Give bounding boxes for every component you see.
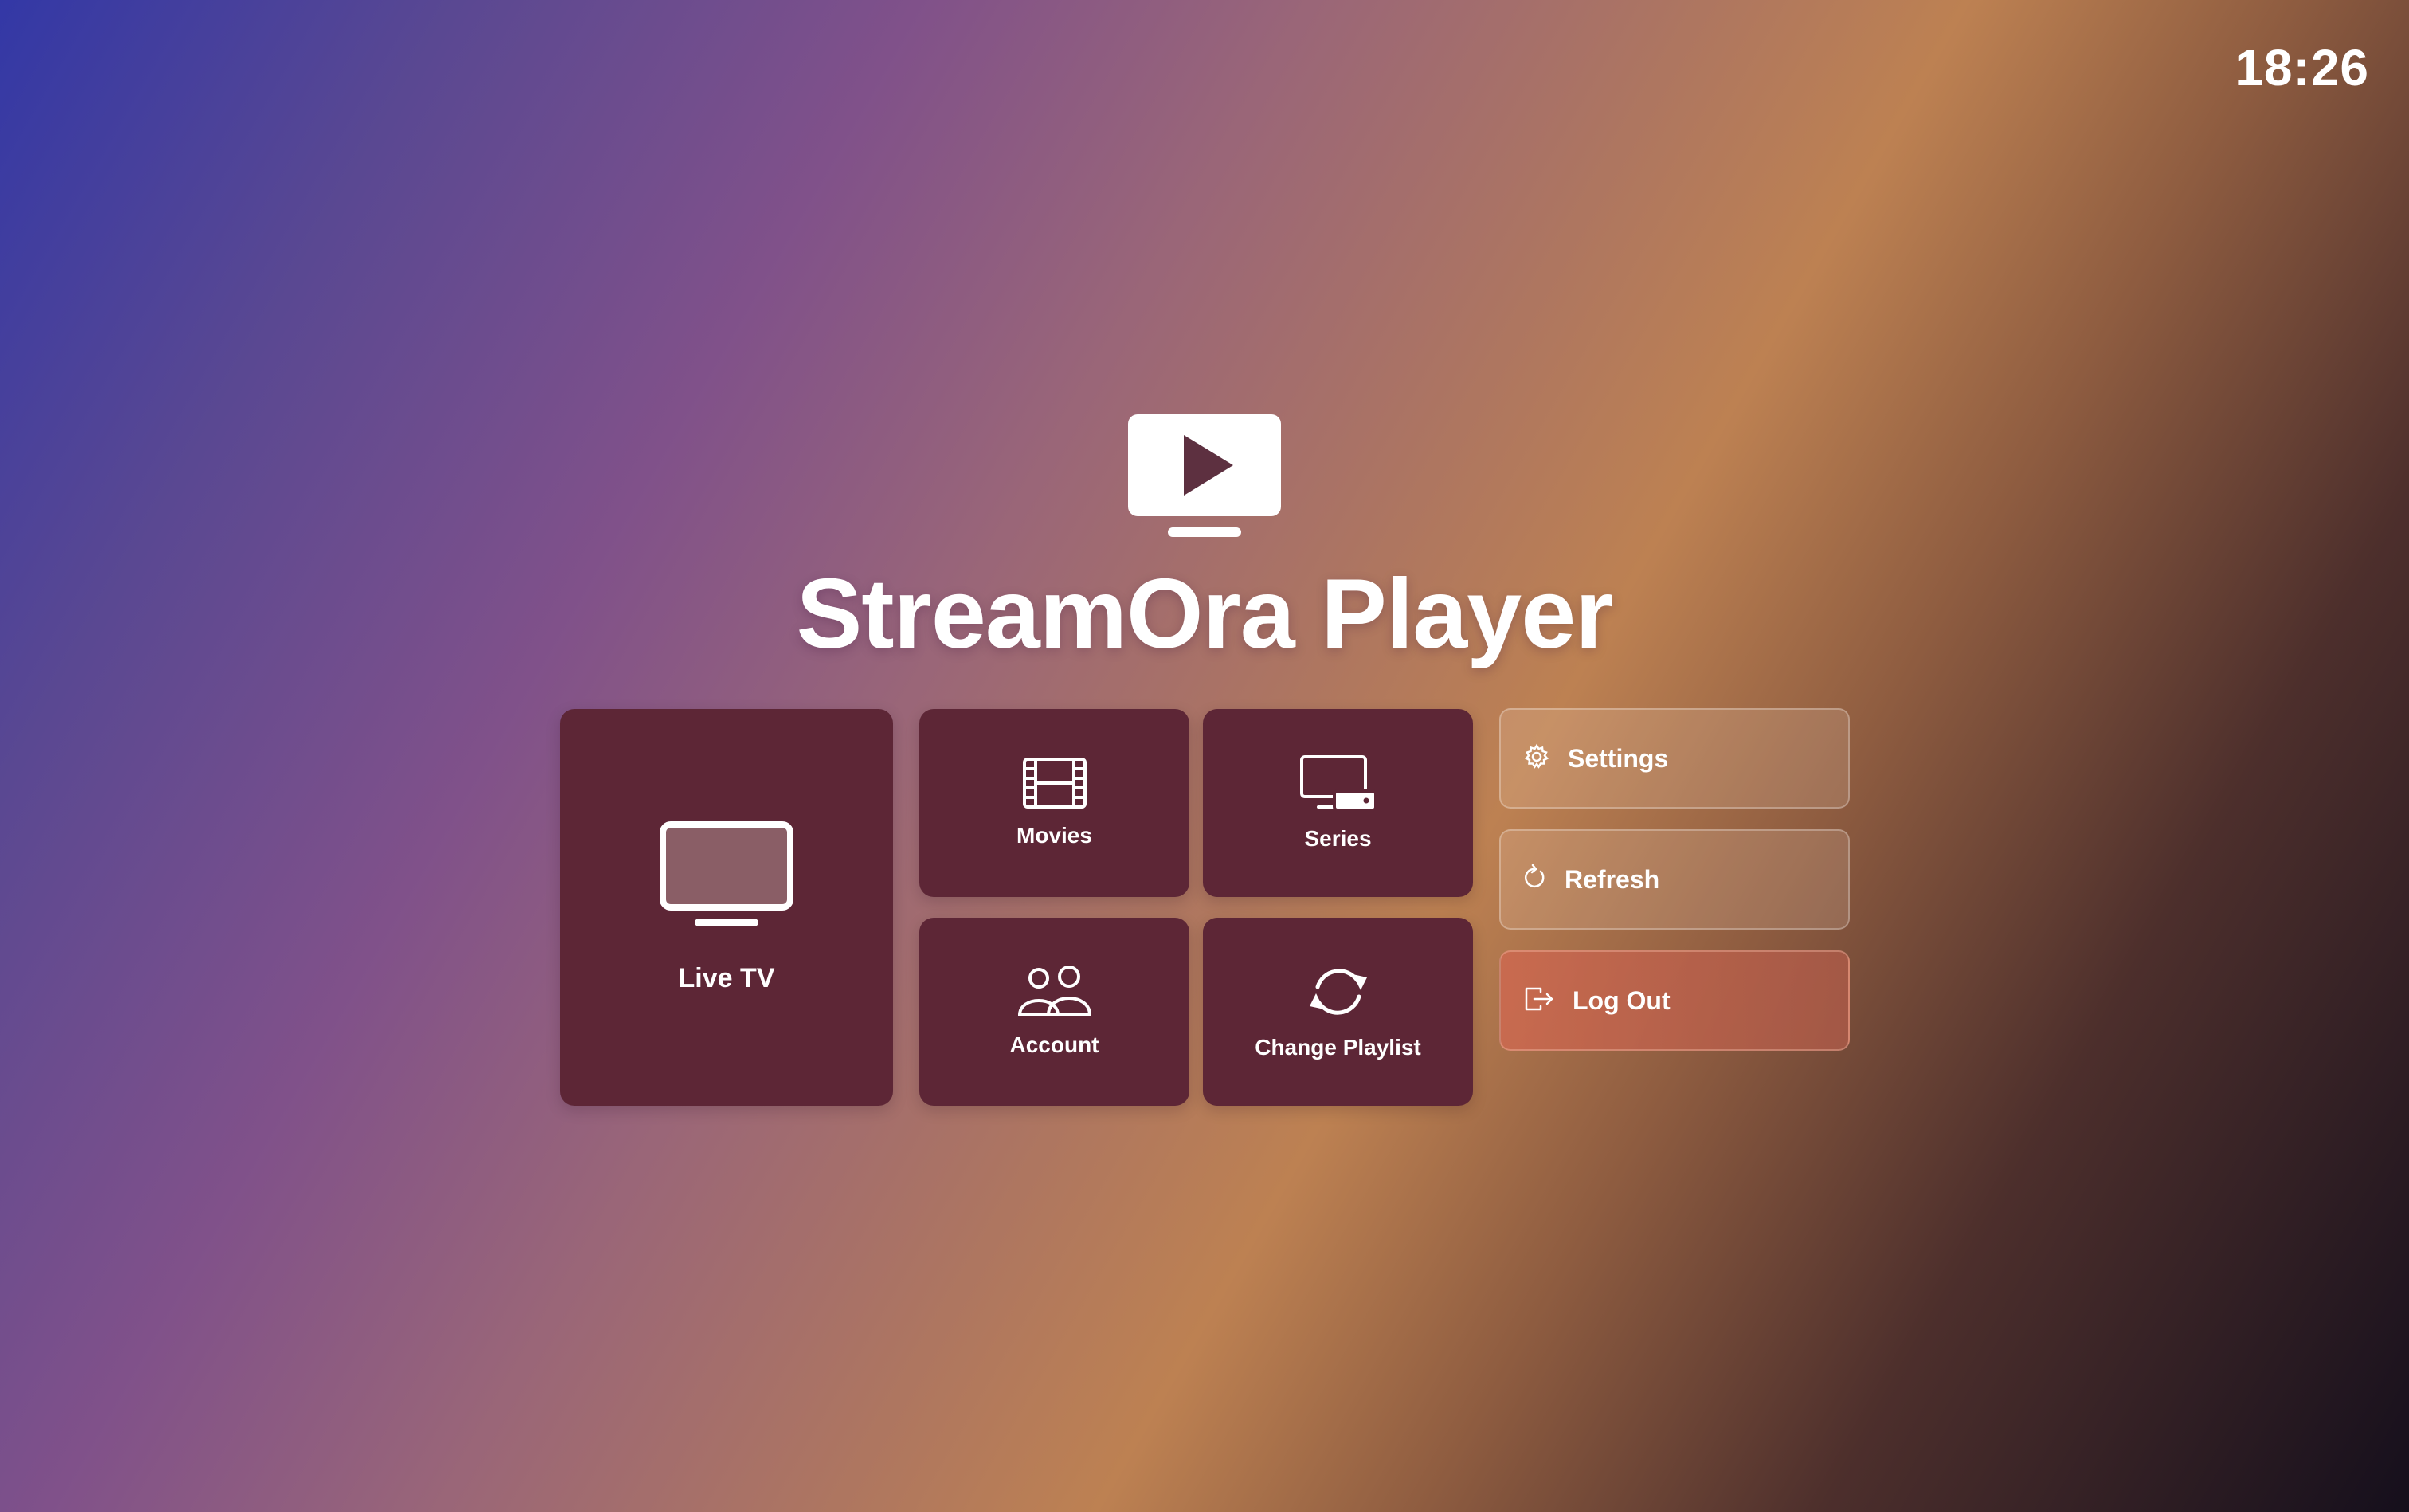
app-title: StreamOra Player [796, 559, 1614, 669]
clock: 18:26 [2235, 39, 2369, 96]
tile-live-tv[interactable]: Live TV [560, 709, 893, 1106]
tv-icon [660, 821, 793, 928]
tile-movies-label: Movies [1016, 823, 1092, 848]
tile-movies[interactable]: Movies [919, 709, 1189, 897]
sync-icon [1305, 963, 1372, 1020]
logout-button[interactable]: Log Out [1499, 950, 1850, 1051]
tile-live-tv-label: Live TV [678, 962, 775, 993]
tile-account-label: Account [1009, 1032, 1099, 1057]
monitor-device-icon [1299, 754, 1377, 812]
users-icon [1016, 966, 1093, 1018]
tile-account[interactable]: Account [919, 918, 1189, 1106]
settings-label: Settings [1568, 743, 1669, 773]
tile-change-playlist[interactable]: Change Playlist [1203, 918, 1473, 1106]
tile-series[interactable]: Series [1203, 709, 1473, 897]
film-icon [1022, 758, 1087, 809]
logout-icon [1523, 985, 1555, 1016]
logout-label: Log Out [1573, 985, 1671, 1015]
refresh-label: Refresh [1565, 864, 1660, 894]
tile-change-playlist-label: Change Playlist [1255, 1035, 1421, 1060]
tile-series-label: Series [1304, 826, 1372, 851]
gear-icon [1523, 743, 1550, 774]
tv-play-icon [1128, 414, 1281, 539]
refresh-button[interactable]: Refresh [1499, 829, 1850, 930]
settings-button[interactable]: Settings [1499, 708, 1850, 809]
refresh-icon [1523, 864, 1547, 895]
